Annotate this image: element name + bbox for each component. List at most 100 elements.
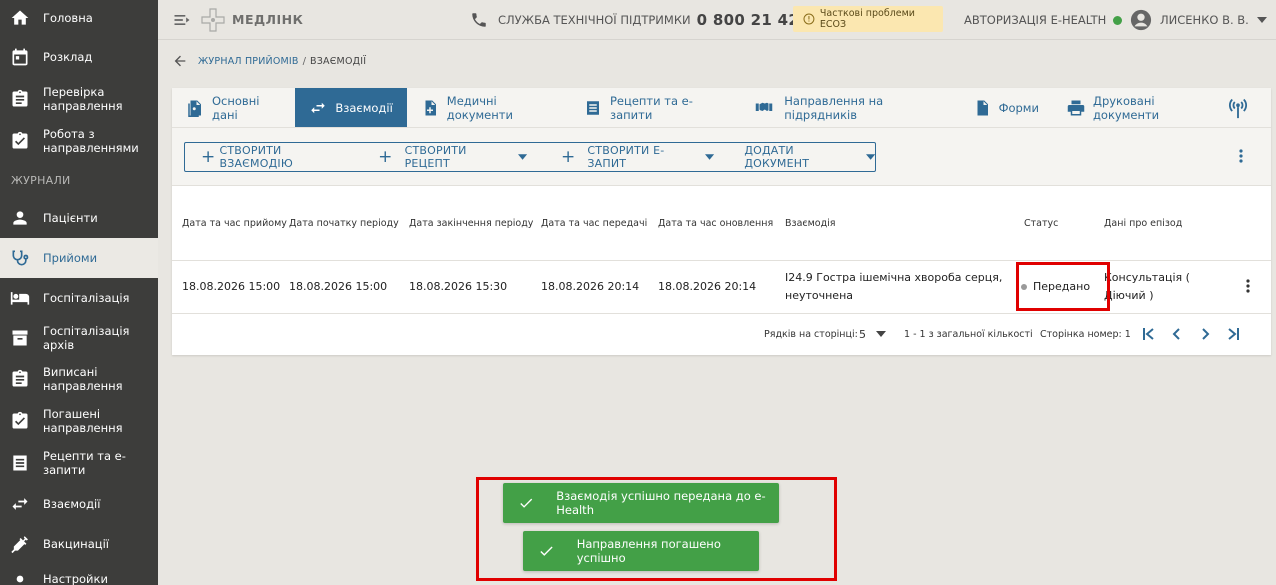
plus-icon: + bbox=[560, 147, 576, 167]
tab-main-data[interactable]: Основні дані bbox=[172, 88, 295, 127]
cell-updated-date: 18.08.2026 20:14 bbox=[658, 260, 785, 314]
sidebar-item-referral-check[interactable]: Перевірка направлення bbox=[0, 78, 158, 120]
ehealth-auth-status[interactable]: АВТОРИЗАЦІЯ E-HEALTH bbox=[964, 0, 1123, 40]
phone-icon bbox=[472, 13, 486, 27]
sidebar-item-vaccinations[interactable]: Вакцинації bbox=[0, 524, 158, 564]
sidebar-item-redeemed-referrals[interactable]: Погашені направлення bbox=[0, 400, 158, 442]
more-vert-icon[interactable] bbox=[1233, 148, 1249, 164]
rows-per-page-select[interactable]: 5 bbox=[859, 328, 886, 341]
sidebar-item-label: Розклад bbox=[43, 50, 93, 64]
rows-per-page-label: Рядків на сторінці: bbox=[764, 328, 858, 340]
user-name: ЛИСЕНКО В. В. bbox=[1160, 13, 1249, 27]
toast-message: Направлення погашено успішно bbox=[576, 537, 721, 565]
breadcrumb-current: ВЗАЄМОДІЇ bbox=[310, 55, 367, 67]
cell-episode: Консультація ( Діючий ) bbox=[1104, 260, 1234, 314]
tab-medical-documents[interactable]: Медичні документи bbox=[407, 88, 570, 127]
sidebar-item-hospitalization[interactable]: Госпіталізація bbox=[0, 278, 158, 318]
tab-recipes[interactable]: Рецепти та е-запити bbox=[570, 88, 738, 127]
settings-icon bbox=[10, 569, 30, 585]
medlink-logo-icon bbox=[201, 7, 225, 32]
breadcrumb-link-visits[interactable]: ЖУРНАЛ ПРИЙОМІВ bbox=[198, 56, 299, 67]
next-page-button[interactable] bbox=[1196, 325, 1214, 343]
tab-label: Основні дані bbox=[212, 93, 260, 122]
column-header[interactable]: Статус bbox=[1024, 186, 1104, 261]
brand-name: МЕДЛІНК bbox=[232, 12, 304, 27]
page-range: 1 - 1 з загальної кількості bbox=[904, 328, 1033, 340]
more-vert-icon[interactable] bbox=[1240, 278, 1256, 294]
actions-group: + СТВОРИТИ ВЗАЄМОДІЮ + СТВОРИТИ РЕЦЕПТ +… bbox=[184, 142, 876, 172]
tab-label: Взаємодії bbox=[335, 100, 393, 115]
create-interaction-button[interactable]: + СТВОРИТИ ВЗАЄМОДІЮ bbox=[201, 144, 348, 170]
menu-collapse-icon[interactable] bbox=[172, 10, 192, 30]
esoz-warning-badge[interactable]: Часткові проблеми ЕСОЗ bbox=[793, 6, 943, 32]
sidebar-item-recipes[interactable]: Рецепти та е-запити bbox=[0, 442, 158, 484]
tab-bar: Основні дані Взаємодії Медичні документи… bbox=[172, 88, 1271, 128]
tab-interactions[interactable]: Взаємодії bbox=[295, 88, 407, 127]
tab-label: Форми bbox=[998, 100, 1039, 115]
column-header[interactable]: Дата початку періоду bbox=[289, 186, 409, 261]
pagination-nav bbox=[1140, 325, 1252, 343]
bed-icon bbox=[10, 288, 30, 308]
sidebar-section-journals: ЖУРНАЛИ bbox=[11, 173, 71, 187]
first-page-button[interactable] bbox=[1140, 325, 1158, 343]
sidebar-item-hospitalization-archive[interactable]: Госпіталізація архів bbox=[0, 318, 158, 358]
column-header-actions bbox=[1234, 186, 1271, 261]
button-label: СТВОРИТИ ВЗАЄМОДІЮ bbox=[219, 144, 293, 170]
toast-interaction-sent[interactable]: Взаємодія успішно передана до e-Health bbox=[503, 483, 779, 523]
prev-page-button[interactable] bbox=[1168, 325, 1186, 343]
column-header[interactable]: Дата та час передачі bbox=[541, 186, 658, 261]
stethoscope-icon bbox=[10, 248, 30, 268]
cell-status: Передано bbox=[1021, 260, 1104, 314]
column-header[interactable]: Дата та час оновлення bbox=[658, 186, 785, 261]
clipboard-check-icon bbox=[10, 131, 30, 151]
column-header[interactable]: Дата закінчення періоду bbox=[409, 186, 541, 261]
chevron-down-icon bbox=[705, 154, 715, 160]
home-icon bbox=[10, 8, 30, 28]
signal-antenna-icon[interactable] bbox=[1227, 88, 1249, 127]
cell-row-actions bbox=[1234, 260, 1271, 314]
cell-period-start: 18.08.2026 15:00 bbox=[289, 260, 409, 314]
sidebar-item-label: Пацієнти bbox=[43, 211, 98, 225]
tab-label: Рецепти та е-запити bbox=[609, 93, 693, 122]
first-page-icon bbox=[1143, 328, 1154, 340]
sidebar-item-home[interactable]: Головна bbox=[0, 0, 158, 36]
sidebar-item-label: Настройки bbox=[43, 572, 108, 585]
chevron-down-icon bbox=[1256, 17, 1267, 23]
sidebar-item-label: Госпіталізація bbox=[43, 291, 130, 305]
chevron-down-icon bbox=[865, 154, 875, 160]
sidebar-item-issued-referrals[interactable]: Виписані направлення bbox=[0, 358, 158, 400]
sidebar-item-label: Вакцинації bbox=[43, 537, 109, 551]
tab-printed-documents[interactable]: Друковані документи bbox=[1053, 88, 1227, 127]
pagination: Рядків на сторінці: 5 1 - 1 з загальної … bbox=[172, 314, 1271, 354]
sidebar-item-patients[interactable]: Пацієнти bbox=[0, 198, 158, 238]
create-request-button[interactable]: + СТВОРИТИ Е-ЗАПИТ bbox=[560, 144, 715, 170]
user-menu[interactable]: ЛИСЕНКО В. В. bbox=[1130, 0, 1267, 40]
sidebar-item-label: Прийоми bbox=[43, 251, 98, 265]
column-header[interactable]: Дані про епізод bbox=[1104, 186, 1234, 261]
status-dot bbox=[1021, 283, 1027, 290]
create-recipe-button[interactable]: + СТВОРИТИ РЕЦЕПТ bbox=[378, 144, 527, 170]
clipboard-check-icon bbox=[10, 411, 30, 431]
support-label: СЛУЖБА ТЕХНІЧНОЇ ПІДТРИМКИ bbox=[498, 13, 691, 27]
tab-contractor-referrals[interactable]: Направлення на підрядників bbox=[738, 88, 958, 127]
add-document-button[interactable]: ДОДАТИ ДОКУМЕНТ bbox=[744, 144, 875, 170]
sidebar-item-interactions[interactable]: Взаємодії bbox=[0, 484, 158, 524]
tab-forms[interactable]: Форми bbox=[959, 88, 1053, 127]
sidebar-item-label: Робота з направленнями bbox=[43, 127, 139, 155]
sidebar-item-referral-work[interactable]: Робота з направленнями bbox=[0, 120, 158, 162]
auth-label: АВТОРИЗАЦІЯ E-HEALTH bbox=[964, 13, 1107, 27]
status-badge: Передано bbox=[1021, 278, 1104, 296]
sidebar-item-schedule[interactable]: Розклад bbox=[0, 36, 158, 78]
arrow-back-icon[interactable] bbox=[172, 53, 188, 69]
column-header[interactable]: Взаємодія bbox=[785, 186, 1024, 261]
alert-circle-icon bbox=[803, 13, 815, 25]
top-bar: МЕДЛІНК СЛУЖБА ТЕХНІЧНОЇ ПІДТРИМКИ 0 800… bbox=[158, 0, 1276, 40]
brand-logo[interactable]: МЕДЛІНК bbox=[200, 7, 303, 33]
table-row[interactable]: 18.08.2026 15:00 18.08.2026 15:00 18.08.… bbox=[172, 260, 1271, 314]
toast-referral-redeemed[interactable]: Направлення погашено успішно bbox=[523, 531, 759, 571]
sidebar-item-settings[interactable]: Настройки bbox=[0, 564, 158, 585]
sidebar-item-visits[interactable]: Прийоми bbox=[0, 238, 158, 278]
column-header[interactable]: Дата та час прийому bbox=[172, 186, 289, 261]
cell-period-end: 18.08.2026 15:30 bbox=[409, 260, 541, 314]
last-page-button[interactable] bbox=[1224, 325, 1242, 343]
